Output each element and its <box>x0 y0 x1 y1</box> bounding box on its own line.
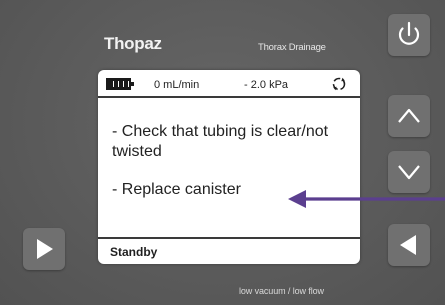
sync-icon <box>332 77 346 91</box>
display-screen: 0 mL/min - 2.0 kPa - Check that tubing i… <box>98 70 360 264</box>
footer-label: low vacuum / low flow <box>239 286 324 296</box>
battery-icon <box>106 78 134 90</box>
up-button[interactable] <box>388 95 430 137</box>
standby-label: Standby <box>110 245 158 259</box>
down-button[interactable] <box>388 151 430 193</box>
chevron-up-icon <box>398 108 420 123</box>
status-footer: Standby <box>98 237 360 264</box>
message-replace-canister: - Replace canister <box>112 181 241 198</box>
pressure-readout: - 2.0 kPa <box>244 79 289 91</box>
back-button[interactable] <box>388 224 430 266</box>
annotation-arrow <box>288 190 445 208</box>
flow-readout: 0 mL/min <box>154 79 200 91</box>
triangle-right-icon <box>37 239 53 259</box>
message-check-tubing: - Check that tubing is clear/not twisted <box>112 123 329 160</box>
triangle-left-icon <box>400 235 416 255</box>
annotation-arrow-head <box>288 190 306 208</box>
start-button[interactable] <box>23 228 65 270</box>
chevron-down-icon <box>398 165 420 180</box>
device-mode: Thorax Drainage <box>258 42 326 53</box>
status-bar: 0 mL/min - 2.0 kPa <box>98 70 360 98</box>
power-icon <box>398 21 420 45</box>
device-brand: Thopaz <box>104 34 162 53</box>
power-button[interactable] <box>388 14 430 56</box>
thopaz-device: Thopaz Thorax Drainage 0 mL/min - 2.0 kP… <box>0 0 445 305</box>
